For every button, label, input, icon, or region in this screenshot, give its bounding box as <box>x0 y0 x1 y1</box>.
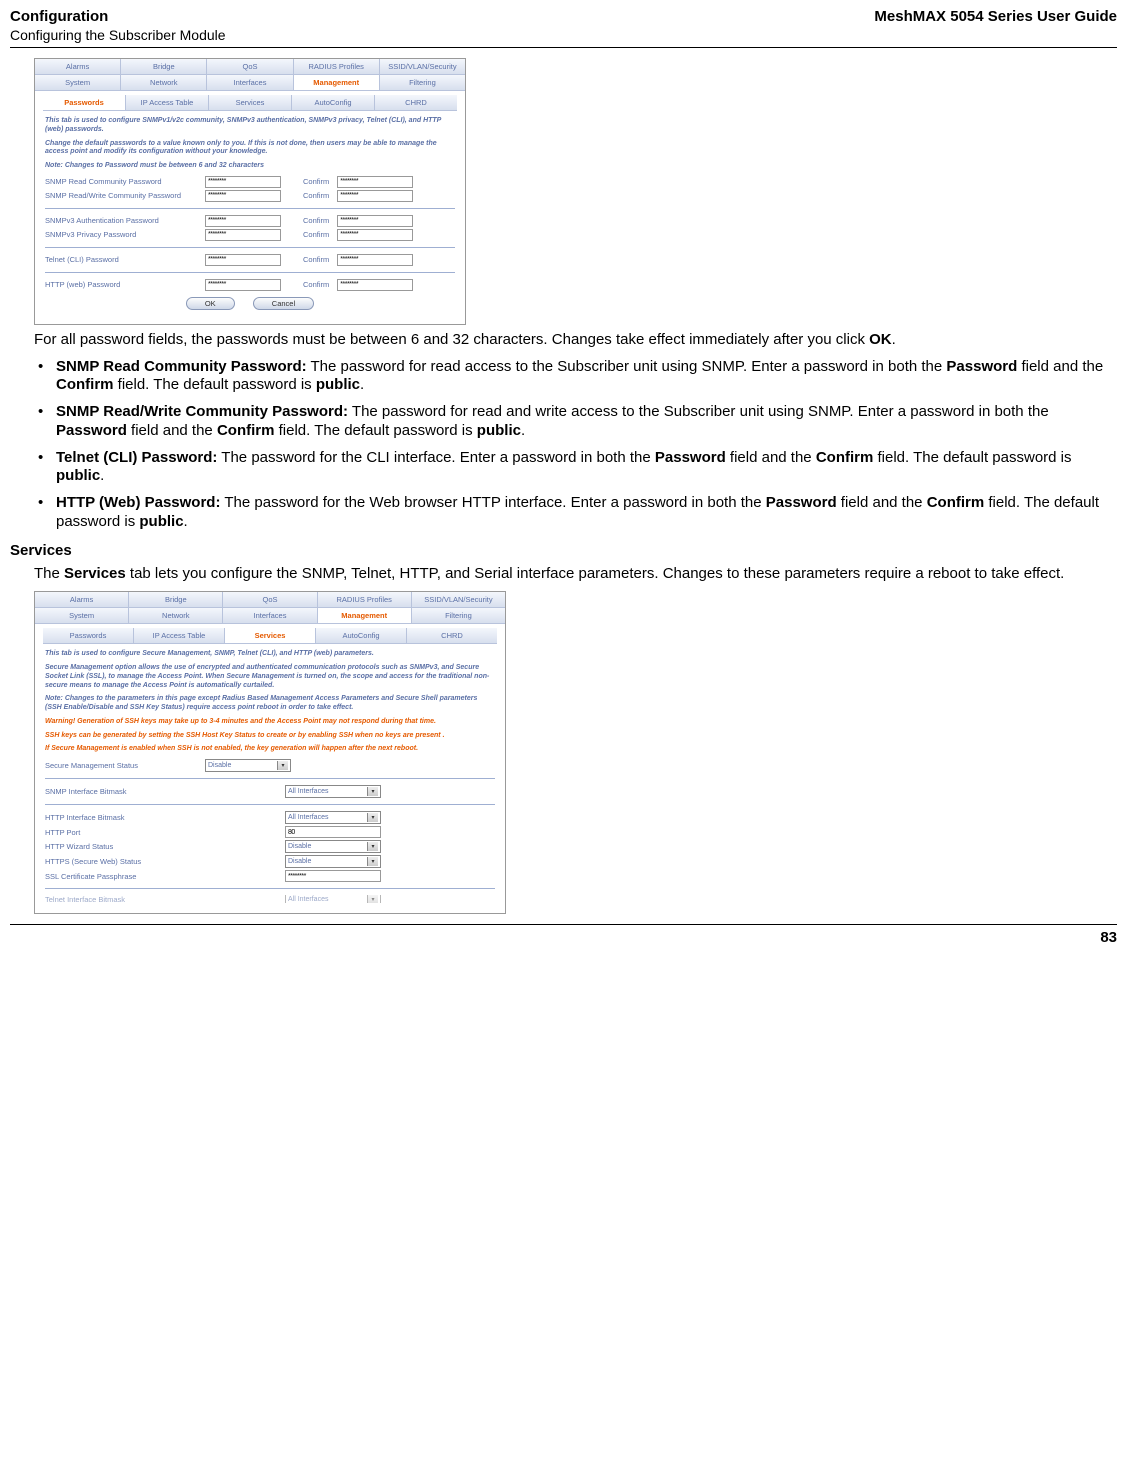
tab-system[interactable]: System <box>35 608 129 624</box>
confirm-input[interactable] <box>337 279 413 291</box>
list-item: Telnet (CLI) Password: The password for … <box>34 449 1117 487</box>
password-input[interactable] <box>205 279 281 291</box>
tab-network[interactable]: Network <box>121 75 207 91</box>
tab-interfaces[interactable]: Interfaces <box>207 75 293 91</box>
tab-bridge[interactable]: Bridge <box>129 592 223 608</box>
tab-interfaces[interactable]: Interfaces <box>223 608 317 624</box>
tabs-mid: SystemNetworkInterfacesManagementFilteri… <box>35 608 505 624</box>
tab-management[interactable]: Management <box>318 608 412 624</box>
header-rule <box>10 47 1117 48</box>
password-input[interactable] <box>205 215 281 227</box>
page-footer: 83 <box>10 924 1117 946</box>
tab-filtering[interactable]: Filtering <box>380 75 465 91</box>
password-row: SNMP Read/Write Community PasswordConfir… <box>45 190 455 202</box>
tab-system[interactable]: System <box>35 75 121 91</box>
password-row: Telnet (CLI) PasswordConfirm <box>45 254 455 266</box>
telnet-bitmask-select[interactable]: All Interfaces <box>285 895 381 903</box>
tabs-top: AlarmsBridgeQoSRADIUS ProfilesSSID/VLAN/… <box>35 592 505 608</box>
tab-autoconfig[interactable]: AutoConfig <box>316 628 407 644</box>
field-https-secure-web-status: HTTPS (Secure Web) StatusDisable <box>45 855 495 868</box>
field-http-port: HTTP Port <box>45 826 495 838</box>
list-item: SNMP Read Community Password: The passwo… <box>34 358 1117 396</box>
list-item: HTTP (Web) Password: The password for th… <box>34 494 1117 532</box>
tab-services[interactable]: Services <box>225 628 316 644</box>
field-snmp-bitmask: SNMP Interface Bitmask All Interfaces <box>45 785 495 798</box>
section-heading-services: Services <box>10 542 1117 559</box>
page-header: Configuration MeshMAX 5054 Series User G… <box>10 8 1117 25</box>
ok-button[interactable]: OK <box>186 297 235 310</box>
cancel-button[interactable]: Cancel <box>253 297 314 310</box>
tab-ssid-vlan-security[interactable]: SSID/VLAN/Security <box>380 59 465 75</box>
tab-ip-access-table[interactable]: IP Access Table <box>126 95 209 111</box>
text-input[interactable] <box>285 870 381 882</box>
snmp-bitmask-select[interactable]: All Interfaces <box>285 785 381 798</box>
tab-ssid-vlan-security[interactable]: SSID/VLAN/Security <box>412 592 505 608</box>
tabs-mid: SystemNetworkInterfacesManagementFilteri… <box>35 75 465 91</box>
confirm-input[interactable] <box>337 254 413 266</box>
field-secure-mgmt: Secure Management Status Disable <box>45 759 495 772</box>
field-ssl-certificate-passphrase: SSL Certificate Passphrase <box>45 870 495 882</box>
desc-text: Change the default passwords to a value … <box>45 140 455 158</box>
bullet-list: SNMP Read Community Password: The passwo… <box>34 358 1117 532</box>
tab-autoconfig[interactable]: AutoConfig <box>292 95 375 111</box>
password-input[interactable] <box>205 254 281 266</box>
field-http-interface-bitmask: HTTP Interface BitmaskAll Interfaces <box>45 811 495 824</box>
tab-services[interactable]: Services <box>209 95 292 111</box>
field-http-wizard-status: HTTP Wizard StatusDisable <box>45 840 495 853</box>
confirm-input[interactable] <box>337 176 413 188</box>
select[interactable]: Disable <box>285 840 381 853</box>
password-input[interactable] <box>205 190 281 202</box>
confirm-input[interactable] <box>337 190 413 202</box>
warn-text: Warning! Generation of SSH keys may take… <box>45 718 495 727</box>
confirm-input[interactable] <box>337 215 413 227</box>
tab-alarms[interactable]: Alarms <box>35 592 129 608</box>
password-row: SNMPv3 Privacy PasswordConfirm <box>45 229 455 241</box>
warn-text: SSH keys can be generated by setting the… <box>45 732 495 741</box>
desc-text: This tab is used to configure Secure Man… <box>45 650 495 659</box>
password-row: SNMPv3 Authentication PasswordConfirm <box>45 215 455 227</box>
header-title-right: MeshMAX 5054 Series User Guide <box>874 8 1117 25</box>
tab-filtering[interactable]: Filtering <box>412 608 505 624</box>
select[interactable]: All Interfaces <box>285 811 381 824</box>
header-subtitle: Configuring the Subscriber Module <box>10 27 1117 43</box>
header-title-left: Configuration <box>10 8 108 25</box>
desc-text: Note: Changes to Password must be betwee… <box>45 162 455 171</box>
tabs-sub: PasswordsIP Access TableServicesAutoConf… <box>43 95 457 111</box>
screenshot-services: AlarmsBridgeQoSRADIUS ProfilesSSID/VLAN/… <box>34 591 506 914</box>
tab-chrd[interactable]: CHRD <box>407 628 497 644</box>
tab-bridge[interactable]: Bridge <box>121 59 207 75</box>
tab-qos[interactable]: QoS <box>207 59 293 75</box>
desc-text: This tab is used to configure SNMPv1/v2c… <box>45 117 455 135</box>
select[interactable]: Disable <box>285 855 381 868</box>
list-item: SNMP Read/Write Community Password: The … <box>34 403 1117 441</box>
tab-alarms[interactable]: Alarms <box>35 59 121 75</box>
screenshot-passwords: AlarmsBridgeQoSRADIUS ProfilesSSID/VLAN/… <box>34 58 466 325</box>
tab-radius-profiles[interactable]: RADIUS Profiles <box>318 592 412 608</box>
password-input[interactable] <box>205 176 281 188</box>
tab-passwords[interactable]: Passwords <box>43 95 126 111</box>
tabs-sub: PasswordsIP Access TableServicesAutoConf… <box>43 628 497 644</box>
warn-text: If Secure Management is enabled when SSH… <box>45 745 495 754</box>
text-input[interactable] <box>285 826 381 838</box>
password-row: HTTP (web) PasswordConfirm <box>45 279 455 291</box>
tab-chrd[interactable]: CHRD <box>375 95 457 111</box>
desc-text: Note: Changes to the parameters in this … <box>45 695 495 713</box>
tab-ip-access-table[interactable]: IP Access Table <box>134 628 225 644</box>
tab-radius-profiles[interactable]: RADIUS Profiles <box>294 59 380 75</box>
tabs-top: AlarmsBridgeQoSRADIUS ProfilesSSID/VLAN/… <box>35 59 465 75</box>
tab-qos[interactable]: QoS <box>223 592 317 608</box>
secure-mgmt-select[interactable]: Disable <box>205 759 291 772</box>
desc-text: Secure Management option allows the use … <box>45 664 495 690</box>
tab-network[interactable]: Network <box>129 608 223 624</box>
confirm-input[interactable] <box>337 229 413 241</box>
password-row: SNMP Read Community PasswordConfirm <box>45 176 455 188</box>
tab-passwords[interactable]: Passwords <box>43 628 134 644</box>
field-telnet-bitmask: Telnet Interface Bitmask All Interfaces <box>45 895 495 903</box>
tab-management[interactable]: Management <box>294 75 380 91</box>
page-number: 83 <box>1100 929 1117 946</box>
paragraph: For all password fields, the passwords m… <box>34 331 1117 350</box>
paragraph: The Services tab lets you configure the … <box>34 565 1117 584</box>
password-input[interactable] <box>205 229 281 241</box>
